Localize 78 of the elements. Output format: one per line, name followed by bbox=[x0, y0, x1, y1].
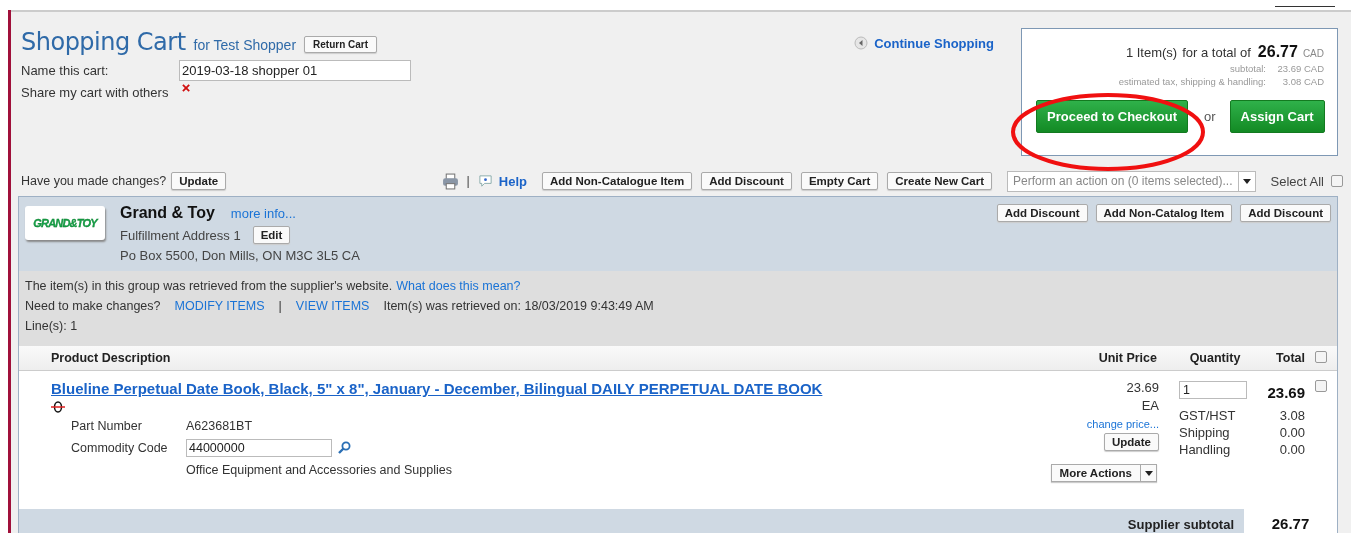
supplier-button[interactable]: Add Non-Catalog Item bbox=[1095, 204, 1233, 222]
changes-label: Have you made changes? bbox=[21, 174, 167, 188]
item-link[interactable]: MODIFY ITEMS bbox=[174, 299, 265, 313]
cart-owner: for Test Shopper bbox=[193, 37, 297, 53]
edit-button[interactable]: Edit bbox=[252, 226, 291, 244]
separator: | bbox=[278, 299, 282, 313]
quantity-field[interactable]: 1 bbox=[1179, 381, 1247, 399]
checkout-button[interactable]: Proceed to Checkout bbox=[1036, 100, 1189, 133]
commodity-description: Office Equipment and Accessories and Supplies bbox=[186, 463, 453, 477]
cart-total: 26.77 bbox=[1257, 43, 1298, 61]
toolbar-button[interactable]: Create New Cart bbox=[887, 172, 993, 190]
checkbox[interactable] bbox=[1315, 350, 1327, 363]
charge-value: 3.08 bbox=[1279, 407, 1305, 424]
search-icon bbox=[337, 441, 351, 455]
caret-icon bbox=[1242, 178, 1251, 184]
charge-label: GST/HST bbox=[1179, 407, 1236, 424]
return-cart-button[interactable]: Return Cart bbox=[304, 36, 378, 53]
charge-value: 0.00 bbox=[1279, 424, 1305, 441]
unit: EA bbox=[1141, 398, 1159, 413]
retrieved-date: Item(s) was retrieved on: 18/03/2019 9:43:49 AM bbox=[383, 299, 654, 313]
cart-name-field[interactable]: 2019-03-18 shopper 01 bbox=[179, 60, 411, 81]
assign-cart-button[interactable]: Assign Cart bbox=[1229, 100, 1325, 133]
change-price-link[interactable]: change price... bbox=[1086, 418, 1159, 430]
charge-label: Shipping bbox=[1179, 424, 1230, 441]
supplier-subtotal: 26.77 bbox=[1244, 509, 1337, 533]
subtotal-label: Supplier subtotal bbox=[1127, 516, 1235, 533]
checkbox[interactable] bbox=[1315, 380, 1327, 392]
update-button[interactable]: Update bbox=[1104, 433, 1159, 451]
supplier-button[interactable]: Add Discount bbox=[996, 204, 1088, 222]
column-header: Quantity bbox=[1188, 351, 1242, 365]
charge-value: 0.00 bbox=[1279, 441, 1305, 458]
item-link[interactable]: VIEW ITEMS bbox=[295, 299, 370, 313]
separator: | bbox=[466, 174, 470, 188]
total-label: for a total of bbox=[1182, 45, 1251, 60]
supplier-logo: GRAND&TOY bbox=[25, 206, 105, 240]
column-header: Total bbox=[1275, 351, 1305, 365]
column-header: Unit Price bbox=[1097, 351, 1158, 365]
toolbar-button[interactable]: Empty Cart bbox=[800, 172, 879, 190]
speech-bubble-icon bbox=[477, 173, 493, 189]
update-button[interactable]: Update bbox=[171, 172, 227, 190]
summary-label: subtotal: bbox=[1230, 63, 1266, 74]
select-all-label: Select All bbox=[1270, 173, 1324, 189]
printer-icon bbox=[441, 172, 459, 190]
what-does-this-mean-link[interactable]: What does this mean? bbox=[396, 279, 521, 293]
toolbar-button[interactable]: Add Discount bbox=[701, 172, 792, 190]
unit-price: 23.69 bbox=[1126, 380, 1159, 395]
summary-value: 3.08 CAD bbox=[1281, 76, 1324, 87]
supplier-button[interactable]: Add Discount bbox=[1240, 204, 1331, 222]
or-label: or bbox=[1204, 109, 1216, 124]
action-dropdown[interactable]: Perform an action on (0 items selected)... bbox=[1007, 170, 1256, 192]
field-label: Commodity Code bbox=[71, 441, 169, 455]
line-total: 23.69 bbox=[1266, 383, 1305, 401]
summary-label: estimated tax, shipping & handling: bbox=[1118, 76, 1266, 87]
page-title: Shopping Cart bbox=[21, 28, 186, 56]
toolbar-button[interactable]: Add Non-Catalogue Item bbox=[541, 172, 693, 190]
commodity-code-field[interactable]: 44000000 bbox=[186, 439, 332, 457]
changes-label: Need to make changes? bbox=[25, 299, 161, 313]
charge-label: Handling bbox=[1179, 441, 1231, 458]
currency: CAD bbox=[1302, 48, 1324, 59]
supplier-name: Grand & Toy bbox=[120, 204, 215, 222]
column-header: Product Description bbox=[50, 351, 172, 365]
help-link[interactable]: Help bbox=[477, 173, 527, 189]
more-actions-button[interactable]: More Actions bbox=[1050, 464, 1157, 482]
product-title-link[interactable]: Blueline Perpetual Date Book, Black, 5" x 8", January - December, Bilingual DAILY PERPETUAL DATE BOOK bbox=[51, 380, 823, 397]
field-label: Name this cart: bbox=[21, 63, 110, 78]
caret-icon bbox=[1144, 470, 1153, 476]
field-label: Share my cart with others bbox=[21, 85, 170, 100]
item-count: 1 Item(s) bbox=[1125, 45, 1178, 60]
supplier-address: Po Box 5500, Don Mills, ON M3C 3L5 CA bbox=[120, 248, 361, 263]
checkbox[interactable] bbox=[1331, 175, 1343, 187]
line-count: Line(s): 1 bbox=[25, 319, 79, 333]
summary-value: 23.69 CAD bbox=[1276, 63, 1324, 74]
part-number: A623681BT bbox=[186, 419, 254, 433]
item-status-icon bbox=[51, 401, 65, 413]
continue-shopping-link[interactable]: Continue Shopping bbox=[854, 36, 994, 52]
field-label: Part Number bbox=[71, 419, 143, 433]
address-label: Fulfillment Address 1 bbox=[120, 227, 241, 243]
notice-text: The item(s) in this group was retrieved from the supplier's website. bbox=[25, 279, 393, 293]
